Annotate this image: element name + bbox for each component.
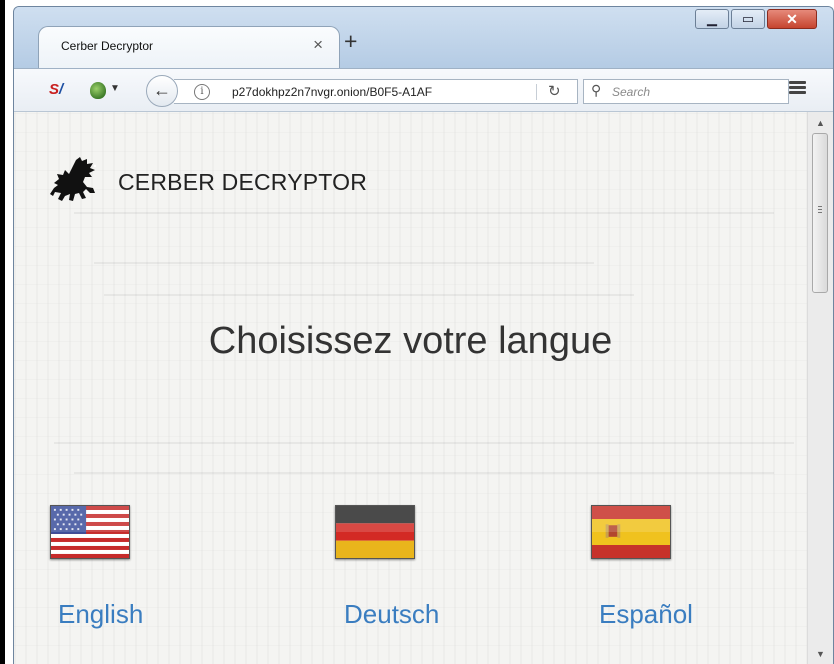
search-icon: ⚲ [591, 82, 602, 98]
tor-onion-icon[interactable] [90, 82, 106, 99]
maximize-icon: ▭ [741, 11, 755, 26]
tab-close-icon[interactable]: × [313, 35, 323, 55]
germany-flag-icon[interactable] [335, 505, 415, 559]
vertical-scrollbar[interactable]: ▲ ▼ [807, 112, 833, 664]
noise-line [54, 442, 794, 444]
page-title: Choisissez votre langue [208, 320, 613, 362]
us-flag-icon[interactable] [50, 505, 130, 559]
back-arrow-icon: ← [153, 80, 171, 100]
addon-s-icon[interactable]: S/ [49, 81, 63, 98]
new-tab-button[interactable]: + [344, 29, 357, 53]
search-placeholder: Search [612, 85, 651, 99]
minimize-button[interactable]: ▁ [695, 9, 729, 29]
language-link-english[interactable]: English [58, 599, 143, 630]
noise-line [104, 294, 634, 296]
noise-line [94, 262, 594, 264]
spain-flag-icon[interactable] [591, 505, 671, 559]
language-link-espanol[interactable]: Español [599, 599, 693, 630]
language-link-deutsch[interactable]: Deutsch [344, 599, 439, 630]
active-tab[interactable]: Cerber Decryptor × [38, 26, 340, 68]
navigation-toolbar: S/ ▼ i p27dokhpz2n7nvgr.onion/B0F5-A1AF … [14, 68, 833, 112]
hamburger-menu-icon[interactable] [784, 79, 806, 97]
left-edge-bar [0, 0, 5, 664]
chevron-down-icon[interactable]: ▼ [110, 83, 120, 94]
url-text[interactable]: p27dokhpz2n7nvgr.onion/B0F5-A1AF [232, 85, 432, 99]
minimize-icon: ▁ [707, 11, 717, 26]
info-icon[interactable]: i [194, 84, 210, 100]
brand-title: CERBER DECRYPTOR [118, 169, 368, 195]
maximize-button[interactable]: ▭ [731, 9, 765, 29]
scrollbar-thumb[interactable] [812, 133, 828, 293]
tab-title: Cerber Decryptor [61, 39, 154, 53]
search-input[interactable]: ⚲ Search [583, 79, 789, 104]
close-window-button[interactable]: ✕ [767, 9, 817, 29]
browser-window: Cerber Decryptor × + ▁ ▭ ✕ S/ ▼ i p27dok… [13, 6, 834, 664]
scrollbar-grip-icon [818, 206, 822, 215]
noise-line [74, 212, 774, 214]
tab-strip: Cerber Decryptor × + ▁ ▭ ✕ [14, 7, 833, 69]
url-separator [536, 84, 537, 100]
scroll-down-arrow-icon[interactable]: ▼ [816, 649, 825, 659]
cerberus-logo-icon [50, 157, 97, 201]
back-button[interactable]: ← [146, 75, 178, 107]
close-icon: ✕ [786, 11, 798, 27]
page-content: CERBER DECRYPTOR Choisissez votre langue [14, 112, 807, 664]
reload-icon[interactable]: ↻ [548, 82, 561, 100]
url-bar[interactable]: i p27dokhpz2n7nvgr.onion/B0F5-A1AF ↻ [174, 79, 578, 104]
scroll-up-arrow-icon[interactable]: ▲ [816, 118, 825, 128]
noise-line [74, 472, 774, 474]
